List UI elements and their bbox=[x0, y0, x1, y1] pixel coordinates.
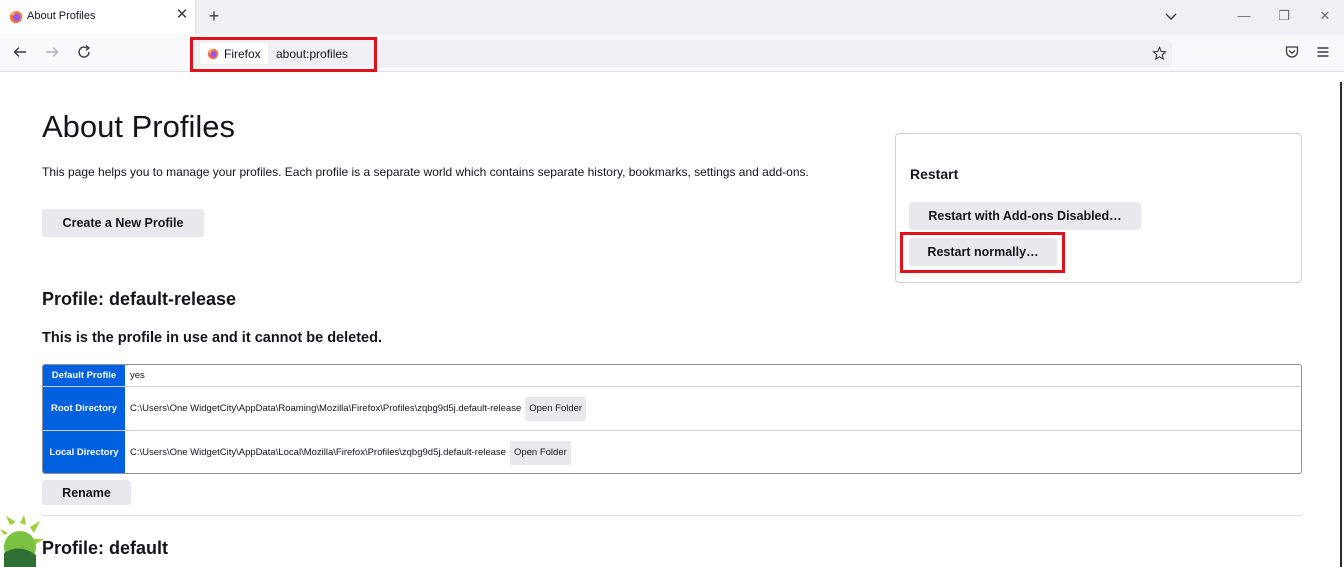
menu-icon[interactable] bbox=[1315, 44, 1331, 60]
page-scrollbar[interactable] bbox=[1336, 72, 1344, 567]
local-directory-path: C:\Users\One WidgetCity\AppData\Local\Mo… bbox=[130, 447, 506, 458]
page-title: About Profiles bbox=[42, 109, 235, 144]
tab-title: About Profiles bbox=[27, 10, 96, 22]
row-value: yes bbox=[130, 365, 145, 386]
window-close-button[interactable]: ✕ bbox=[1318, 9, 1332, 23]
forward-arrow-icon[interactable] bbox=[44, 44, 60, 60]
star-icon[interactable] bbox=[1152, 46, 1167, 61]
url-highlight-box bbox=[190, 37, 377, 72]
page-intro: This page helps you to manage your profi… bbox=[42, 165, 809, 179]
row-header-default-profile: Default Profile bbox=[43, 365, 125, 386]
profile-in-use-note: This is the profile in use and it cannot… bbox=[42, 330, 382, 346]
pocket-icon[interactable] bbox=[1284, 44, 1300, 60]
firefox-icon bbox=[9, 10, 23, 24]
tab-about-profiles[interactable]: About Profiles ✕ bbox=[0, 0, 196, 34]
table-row: Local Directory C:\Users\One WidgetCity\… bbox=[43, 431, 1301, 473]
chevron-down-icon[interactable] bbox=[1163, 8, 1179, 24]
profile-heading-default: Profile: default bbox=[42, 538, 169, 558]
table-row: Default Profile yes bbox=[43, 365, 1301, 387]
tab-strip: About Profiles ✕ + — ❐ ✕ bbox=[0, 0, 1344, 34]
profile-heading-default-release: Profile: default-release bbox=[42, 289, 237, 309]
restart-title: Restart bbox=[910, 166, 959, 182]
restart-addons-disabled-button[interactable]: Restart with Add-ons Disabled… bbox=[909, 202, 1141, 230]
section-divider bbox=[42, 515, 1302, 516]
row-header-root-directory: Root Directory bbox=[43, 387, 125, 430]
reload-icon[interactable] bbox=[76, 44, 92, 60]
default-profile-value: yes bbox=[130, 370, 145, 381]
table-row: Root Directory C:\Users\One WidgetCity\A… bbox=[43, 387, 1301, 431]
open-local-folder-button[interactable]: Open Folder bbox=[509, 440, 571, 465]
restore-button[interactable]: ❐ bbox=[1277, 9, 1291, 23]
sun-logo-watermark bbox=[0, 515, 44, 567]
minimize-button[interactable]: — bbox=[1237, 9, 1251, 23]
new-tab-button[interactable]: + bbox=[204, 6, 224, 26]
row-value: C:\Users\One WidgetCity\AppData\Local\Mo… bbox=[130, 431, 571, 473]
restart-highlight-box bbox=[900, 232, 1065, 273]
row-value: C:\Users\One WidgetCity\AppData\Roaming\… bbox=[130, 387, 587, 430]
profile-table: Default Profile yes Root Directory C:\Us… bbox=[42, 364, 1302, 474]
close-tab-icon[interactable]: ✕ bbox=[174, 7, 190, 23]
scrollbar-thumb[interactable] bbox=[1340, 82, 1342, 567]
open-root-folder-button[interactable]: Open Folder bbox=[525, 396, 587, 421]
create-profile-button[interactable]: Create a New Profile bbox=[42, 209, 204, 237]
rename-button[interactable]: Rename bbox=[42, 480, 131, 505]
back-arrow-icon[interactable] bbox=[12, 44, 28, 60]
row-header-local-directory: Local Directory bbox=[43, 431, 125, 473]
root-directory-path: C:\Users\One WidgetCity\AppData\Roaming\… bbox=[130, 403, 522, 414]
